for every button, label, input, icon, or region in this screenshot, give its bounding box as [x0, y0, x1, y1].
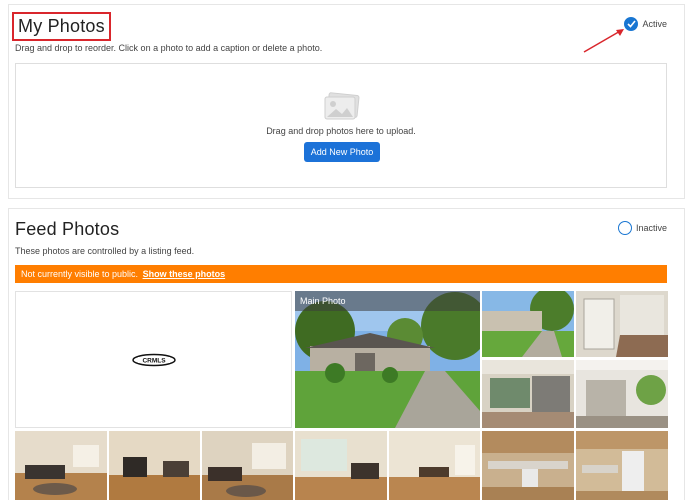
photo-thumbnail[interactable] — [482, 291, 574, 357]
house-exterior-photo — [295, 291, 480, 428]
feed-photos-title: Feed Photos — [15, 219, 120, 239]
svg-text:CRMLS: CRMLS — [142, 357, 166, 364]
photo-thumbnail[interactable] — [482, 431, 574, 500]
radio-unchecked-icon — [617, 221, 632, 235]
visibility-notice: Not currently visible to public. Show th… — [15, 265, 667, 283]
kitchen-fridge-photo — [576, 431, 668, 500]
feed-photos-description: These photos are controlled by a listing… — [15, 246, 195, 256]
living-room-fireplace-photo — [109, 431, 200, 500]
courtyard-photo — [482, 291, 574, 357]
photo-thumbnail[interactable] — [202, 431, 293, 500]
photo-dropzone[interactable]: Drag and drop photos here to upload. Add… — [15, 63, 667, 188]
my-photos-title: My Photos — [12, 12, 111, 41]
my-photos-description: Drag and drop to reorder. Click on a pho… — [15, 43, 323, 53]
patio-door-photo — [576, 291, 668, 357]
main-photo-tile[interactable]: Main Photo — [295, 291, 480, 428]
photo-thumbnail[interactable] — [109, 431, 200, 500]
dining-room-photo — [389, 431, 480, 500]
show-these-photos-link[interactable]: Show these photos — [143, 269, 226, 279]
photo-thumbnail[interactable] — [295, 431, 387, 500]
feed-photos-inactive-toggle[interactable]: Inactive — [617, 221, 667, 235]
photo-thumbnail[interactable] — [482, 360, 574, 428]
add-new-photo-button[interactable]: Add New Photo — [304, 142, 380, 162]
inactive-label: Inactive — [635, 223, 667, 233]
my-photos-active-toggle[interactable]: Active — [624, 17, 667, 31]
feed-photos-panel: Feed Photos These photos are controlled … — [8, 208, 685, 500]
covered-patio-photo — [482, 360, 574, 428]
photo-thumbnail[interactable] — [389, 431, 480, 500]
dining-area-photo — [295, 431, 387, 500]
photo-thumbnail[interactable] — [576, 431, 668, 500]
visibility-notice-text: Not currently visible to public. — [21, 269, 139, 279]
crmls-logo-tile[interactable]: CRMLS — [15, 291, 292, 428]
main-photo-label: Main Photo — [295, 291, 480, 311]
dropzone-text: Drag and drop photos here to upload. — [266, 126, 416, 136]
checkmark-icon — [624, 17, 639, 31]
photo-thumbnail[interactable] — [15, 431, 107, 500]
crmls-logo-icon: CRMLS — [131, 353, 176, 366]
photo-thumbnail[interactable] — [576, 360, 668, 428]
family-room-photo — [202, 431, 293, 500]
photos-placeholder-icon — [324, 92, 360, 120]
kitchen-photo — [482, 431, 574, 500]
photo-thumbnail[interactable] — [576, 291, 668, 357]
active-label: Active — [642, 19, 667, 29]
patio-fence-photo — [576, 360, 668, 428]
my-photos-panel: My Photos Drag and drop to reorder. Clic… — [8, 4, 685, 199]
living-room-photo — [15, 431, 107, 500]
